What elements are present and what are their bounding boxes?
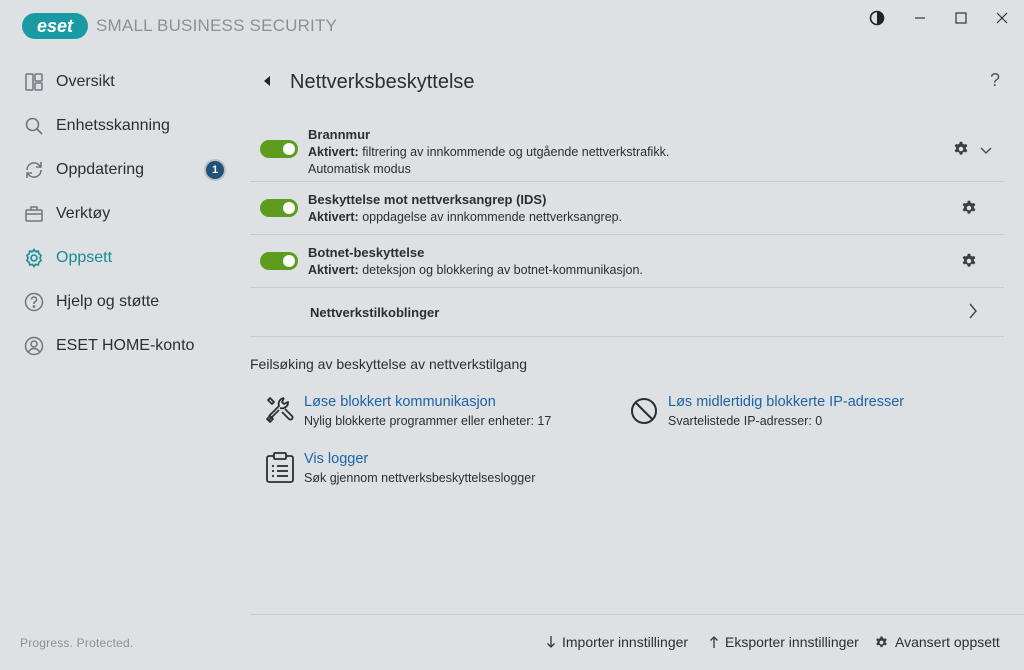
eset-logo: eset bbox=[22, 13, 88, 39]
update-count-badge: 1 bbox=[206, 161, 224, 179]
chevron-down-icon[interactable] bbox=[980, 142, 992, 160]
sidebar-item-oppsett[interactable]: Oppsett bbox=[0, 236, 240, 280]
product-name: SMALL BUSINESS SECURITY bbox=[96, 16, 338, 35]
chevron-right-icon bbox=[968, 302, 978, 325]
footer-tagline: Progress. Protected. bbox=[20, 636, 134, 650]
row-title: Brannmur bbox=[308, 127, 371, 142]
list-item-network-connections[interactable]: Nettverkstilkoblinger bbox=[250, 288, 1004, 337]
page-title: Nettverksbeskyttelse bbox=[290, 71, 475, 93]
row-description: Aktivert: filtrering av innkommende og u… bbox=[308, 145, 670, 159]
sidebar-item-oversikt[interactable]: Oversikt bbox=[0, 60, 240, 104]
title-bar: eset SMALL BUSINESS SECURITY bbox=[0, 0, 1024, 52]
import-label: Importer innstillinger bbox=[562, 634, 689, 650]
account-icon bbox=[24, 336, 44, 356]
maximize-icon[interactable] bbox=[951, 8, 971, 28]
sidebar-item-label: Oppdatering bbox=[56, 161, 145, 178]
row-description: Aktivert: deteksjon og blokkering av bot… bbox=[308, 263, 643, 277]
botnet-toggle[interactable] bbox=[260, 252, 298, 270]
tool-description: Nylig blokkerte programmer eller enheter… bbox=[304, 414, 552, 428]
sidebar-item-label: Verktøy bbox=[56, 205, 111, 222]
tool-link[interactable]: Vis logger bbox=[304, 451, 368, 467]
refresh-icon bbox=[24, 160, 44, 180]
main-panel: Nettverksbeskyttelse ? Brannmur Aktivert… bbox=[250, 60, 1004, 485]
row-title: Nettverkstilkoblinger bbox=[310, 305, 440, 320]
protection-list: Brannmur Aktivert: filtrering av innkomm… bbox=[250, 124, 1004, 337]
gear-icon bbox=[24, 248, 44, 268]
dashboard-icon bbox=[24, 72, 44, 92]
tools-icon bbox=[264, 394, 296, 426]
sidebar-item-enhetsskanning[interactable]: Enhetsskanning bbox=[0, 104, 240, 148]
row-title: Botnet-beskyttelse bbox=[308, 245, 425, 260]
help-button[interactable]: ? bbox=[990, 70, 1000, 91]
footer-divider bbox=[250, 614, 1024, 615]
help-icon bbox=[24, 292, 44, 312]
sidebar: Oversikt Enhetsskanning Oppdatering 1 Ve… bbox=[0, 60, 240, 368]
sidebar-item-verktoy[interactable]: Verktøy bbox=[0, 192, 240, 236]
gear-icon bbox=[874, 635, 889, 650]
advanced-setup-button[interactable]: Avansert oppsett bbox=[874, 634, 1000, 650]
tool-link[interactable]: Løse blokkert kommunikasjon bbox=[304, 394, 496, 410]
back-arrow-icon[interactable] bbox=[262, 74, 272, 92]
clipboard-icon bbox=[264, 451, 296, 483]
svg-text:eset: eset bbox=[37, 16, 74, 36]
settings-gear-icon[interactable] bbox=[960, 199, 978, 217]
export-settings-button[interactable]: Eksporter innstillinger bbox=[709, 634, 859, 650]
list-item-botnet: Botnet-beskyttelse Aktivert: deteksjon o… bbox=[250, 235, 1004, 288]
row-title: Beskyttelse mot nettverksangrep (IDS) bbox=[308, 192, 547, 207]
row-mode: Automatisk modus bbox=[308, 162, 411, 176]
row-description: Aktivert: oppdagelse av innkommende nett… bbox=[308, 210, 623, 224]
settings-gear-icon[interactable] bbox=[952, 140, 970, 158]
settings-gear-icon[interactable] bbox=[960, 252, 978, 270]
minimize-icon[interactable] bbox=[910, 8, 930, 28]
sidebar-item-label: Hjelp og støtte bbox=[56, 293, 160, 310]
firewall-toggle[interactable] bbox=[260, 140, 298, 158]
import-settings-button[interactable]: Importer innstillinger bbox=[546, 634, 688, 650]
sidebar-item-label: Enhetsskanning bbox=[56, 117, 170, 134]
search-icon bbox=[24, 116, 44, 136]
tool-description: Søk gjennom nettverksbeskyttelseslogger bbox=[304, 471, 536, 485]
export-label: Eksporter innstillinger bbox=[725, 634, 859, 650]
list-item-ids: Beskyttelse mot nettverksangrep (IDS) Ak… bbox=[250, 182, 1004, 235]
sidebar-item-label: ESET HOME-konto bbox=[56, 337, 195, 354]
sidebar-item-oppdatering[interactable]: Oppdatering 1 bbox=[0, 148, 240, 192]
sidebar-item-eset-home[interactable]: ESET HOME-konto bbox=[0, 324, 240, 368]
sidebar-item-hjelp[interactable]: Hjelp og støtte bbox=[0, 280, 240, 324]
upload-arrow-icon bbox=[709, 635, 719, 649]
contrast-icon[interactable] bbox=[867, 8, 887, 28]
sidebar-item-label: Oppsett bbox=[56, 249, 113, 266]
ids-toggle[interactable] bbox=[260, 199, 298, 217]
close-icon[interactable] bbox=[992, 8, 1012, 28]
briefcase-icon bbox=[24, 204, 44, 224]
page-header: Nettverksbeskyttelse ? bbox=[250, 60, 1004, 104]
section-title: Feilsøking av beskyttelse av nettverksti… bbox=[250, 356, 528, 372]
sidebar-item-label: Oversikt bbox=[56, 73, 115, 90]
tool-link[interactable]: Løs midlertidig blokkerte IP-adresser bbox=[668, 394, 904, 410]
tool-description: Svartelistede IP-adresser: 0 bbox=[668, 414, 823, 428]
blocked-icon bbox=[628, 394, 660, 426]
advanced-label: Avansert oppsett bbox=[895, 634, 1000, 650]
list-item-brannmur: Brannmur Aktivert: filtrering av innkomm… bbox=[250, 124, 1004, 182]
download-arrow-icon bbox=[546, 635, 556, 649]
